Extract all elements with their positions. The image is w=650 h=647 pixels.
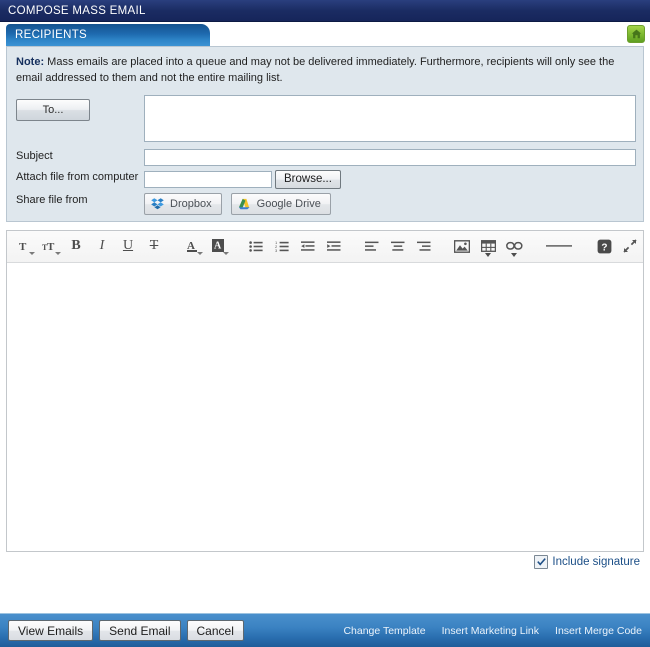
subject-input[interactable] [144, 148, 636, 166]
recipients-panel: Note: Mass emails are placed into a queu… [6, 46, 644, 222]
toolbar-group-insert [445, 231, 531, 262]
align-left-icon[interactable] [359, 234, 385, 258]
note-text: Note: Mass emails are placed into a queu… [7, 47, 643, 93]
strikethrough-icon[interactable]: T [141, 234, 167, 258]
subject-label: Subject [16, 149, 53, 162]
cancel-button[interactable]: Cancel [186, 620, 244, 641]
note-body: Mass emails are placed into a queue and … [16, 56, 615, 84]
svg-text:A: A [214, 240, 222, 251]
ordered-list-icon[interactable]: 1 2 3 [269, 234, 295, 258]
subject-input-cell [144, 147, 643, 168]
to-row: To... [7, 93, 643, 147]
fullscreen-icon[interactable] [617, 234, 643, 258]
action-bar: View Emails Send Email Cancel Change Tem… [0, 613, 650, 647]
svg-text:?: ? [601, 242, 607, 253]
google-drive-label: Google Drive [256, 197, 321, 210]
to-button[interactable]: To... [16, 98, 90, 121]
to-cell: To... [7, 93, 144, 147]
browse-button[interactable]: Browse... [275, 169, 341, 189]
send-email-button[interactable]: Send Email [99, 620, 181, 641]
underline-icon[interactable]: U [115, 234, 141, 258]
indent-icon[interactable] [321, 234, 347, 258]
bold-icon[interactable]: B [63, 234, 89, 258]
share-buttons-cell: Dropbox Google Drive [144, 191, 643, 221]
tab-strip: RECIPIENTS [0, 22, 650, 46]
google-drive-icon [238, 198, 251, 210]
view-emails-button[interactable]: View Emails [8, 620, 94, 641]
help-icon[interactable]: ? [591, 234, 617, 258]
dropbox-button[interactable]: Dropbox [144, 192, 222, 215]
insert-merge-code-link[interactable]: Insert Merge Code [555, 625, 642, 637]
share-label: Share file from [16, 193, 88, 206]
toolbar-group-font: T T T B I U T [7, 231, 171, 262]
attach-file-input[interactable] [144, 170, 272, 188]
google-drive-button[interactable]: Google Drive [230, 192, 331, 215]
toolbar-group-rule [535, 231, 583, 262]
signature-row: Include signature [6, 552, 644, 572]
recipients-form: To... Subject Attach file from computer … [7, 93, 643, 221]
rich-text-editor: T T T B I U T A A 1 2 3 ? [6, 229, 644, 552]
attach-input-cell: Browse... [144, 168, 643, 191]
insert-link-icon[interactable] [501, 234, 527, 258]
toolbar-group-align [355, 231, 441, 262]
toolbar-group-utility: ? [587, 231, 647, 262]
font-family-icon[interactable]: T [11, 234, 37, 258]
svg-text:T: T [19, 241, 27, 253]
compose-mass-email-window: COMPOSE MASS EMAIL RECIPIENTS Note: Mass… [0, 0, 650, 647]
insert-image-icon[interactable] [449, 234, 475, 258]
to-input[interactable] [144, 94, 636, 142]
include-signature-label[interactable]: Include signature [552, 556, 640, 568]
action-bar-links: Change Template Insert Marketing Link In… [343, 625, 642, 637]
svg-text:3: 3 [275, 248, 278, 252]
page-title: COMPOSE MASS EMAIL [8, 4, 146, 17]
dropbox-label: Dropbox [170, 197, 212, 210]
attach-row: Attach file from computer Browse... [7, 168, 643, 191]
window-title-bar: COMPOSE MASS EMAIL [0, 0, 650, 22]
italic-icon[interactable]: I [89, 234, 115, 258]
subject-row: Subject [7, 147, 643, 168]
svg-text:T: T [47, 241, 55, 253]
toolbar-group-lists: 1 2 3 [239, 231, 351, 262]
editor-content-area[interactable] [7, 262, 643, 551]
outdent-icon[interactable] [295, 234, 321, 258]
home-icon[interactable] [627, 25, 645, 43]
insert-marketing-link[interactable]: Insert Marketing Link [442, 625, 539, 637]
note-prefix: Note: [16, 56, 45, 68]
include-signature-checkbox[interactable] [534, 554, 549, 569]
change-template-link[interactable]: Change Template [343, 625, 425, 637]
unordered-list-icon[interactable] [243, 234, 269, 258]
align-center-icon[interactable] [385, 234, 411, 258]
text-color-icon[interactable]: A [179, 234, 205, 258]
insert-table-icon[interactable] [475, 234, 501, 258]
tab-recipients[interactable]: RECIPIENTS [6, 24, 210, 46]
toolbar-group-color: A A [175, 231, 235, 262]
dropbox-icon [151, 197, 164, 210]
share-row: Share file from Dropbox Google Drive [7, 191, 643, 221]
tab-recipients-label: RECIPIENTS [15, 29, 88, 41]
horizontal-rule-icon[interactable] [539, 234, 579, 258]
font-size-icon[interactable]: T T [37, 234, 63, 258]
to-input-cell [144, 93, 643, 147]
editor-toolbar: T T T B I U T A A 1 2 3 ? [7, 230, 643, 263]
highlight-color-icon[interactable]: A [205, 234, 231, 258]
align-right-icon[interactable] [411, 234, 437, 258]
attach-label: Attach file from computer [16, 170, 139, 183]
